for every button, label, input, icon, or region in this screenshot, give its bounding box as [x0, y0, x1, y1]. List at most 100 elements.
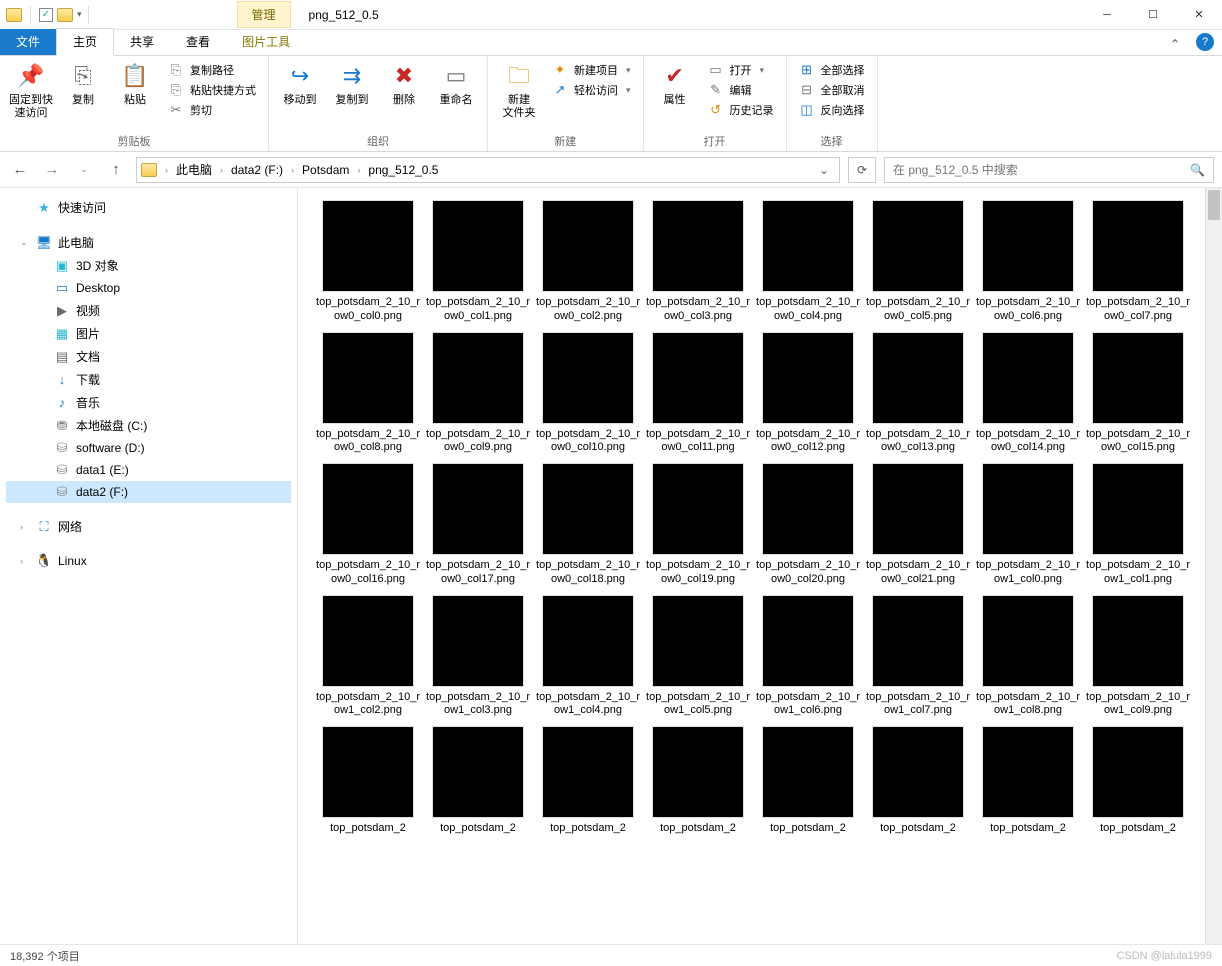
file-item[interactable]: top_potsdam_2_10_row0_col14.png: [976, 332, 1080, 456]
file-item[interactable]: top_potsdam_2_10_row1_col8.png: [976, 595, 1080, 719]
file-item[interactable]: top_potsdam_2_10_row1_col7.png: [866, 595, 970, 719]
tree-node[interactable]: ★快速访问: [6, 196, 291, 219]
file-item[interactable]: top_potsdam_2_10_row0_col21.png: [866, 463, 970, 587]
file-item[interactable]: top_potsdam_2_10_row0_col19.png: [646, 463, 750, 587]
file-item[interactable]: top_potsdam_2_10_row1_col5.png: [646, 595, 750, 719]
minimize-button[interactable]: ─: [1084, 0, 1130, 30]
scrollbar-thumb[interactable]: [1208, 190, 1220, 220]
file-item[interactable]: top_potsdam_2_10_row0_col17.png: [426, 463, 530, 587]
tree-node[interactable]: ▭Desktop: [6, 277, 291, 299]
tree-node[interactable]: ⛁data2 (F:): [6, 481, 291, 503]
file-item[interactable]: top_potsdam_2_10_row1_col1.png: [1086, 463, 1190, 587]
up-button[interactable]: ↑: [104, 158, 128, 182]
file-grid[interactable]: top_potsdam_2_10_row0_col0.pngtop_potsda…: [298, 188, 1204, 944]
tree-node[interactable]: ▶视频: [6, 299, 291, 322]
tab-picture-tools[interactable]: 图片工具: [226, 29, 306, 55]
file-item[interactable]: top_potsdam_2_10_row1_col0.png: [976, 463, 1080, 587]
tree-node[interactable]: ▣3D 对象: [6, 254, 291, 277]
scrollbar[interactable]: [1205, 188, 1222, 944]
address-bar[interactable]: › 此电脑› data2 (F:)› Potsdam› png_512_0.5 …: [136, 157, 840, 183]
easyaccess-button[interactable]: ↗轻松访问▾: [546, 80, 637, 100]
file-item[interactable]: top_potsdam_2: [866, 726, 970, 836]
contextual-tab-manage[interactable]: 管理: [237, 1, 291, 28]
tree-node[interactable]: ⌄🖥此电脑: [6, 231, 291, 254]
tree-node[interactable]: ⛃本地磁盘 (C:): [6, 414, 291, 437]
recent-button[interactable]: ⌄: [72, 158, 96, 182]
properties-button[interactable]: ✔属性: [650, 58, 700, 109]
file-item[interactable]: top_potsdam_2_10_row0_col8.png: [316, 332, 420, 456]
close-button[interactable]: ✕: [1176, 0, 1222, 30]
file-item[interactable]: top_potsdam_2_10_row0_col10.png: [536, 332, 640, 456]
tree-node[interactable]: ›⛶网络: [6, 515, 291, 538]
file-item[interactable]: top_potsdam_2: [426, 726, 530, 836]
help-button[interactable]: ?: [1196, 33, 1214, 51]
file-item[interactable]: top_potsdam_2_10_row0_col4.png: [756, 200, 860, 324]
search-box[interactable]: 🔍: [884, 157, 1214, 183]
folder-icon[interactable]: [57, 8, 73, 22]
forward-button[interactable]: →: [40, 158, 64, 182]
file-item[interactable]: top_potsdam_2_10_row0_col5.png: [866, 200, 970, 324]
file-item[interactable]: top_potsdam_2_10_row1_col4.png: [536, 595, 640, 719]
invert-button[interactable]: ◫反向选择: [793, 100, 871, 120]
file-item[interactable]: top_potsdam_2: [646, 726, 750, 836]
ribbon-collapse-button[interactable]: ⌃: [1160, 33, 1190, 55]
file-item[interactable]: top_potsdam_2_10_row1_col3.png: [426, 595, 530, 719]
tree-node[interactable]: ▦图片: [6, 322, 291, 345]
tab-share[interactable]: 共享: [114, 29, 170, 55]
copy-button[interactable]: ⎘复制: [58, 58, 108, 109]
tree-node[interactable]: ♪音乐: [6, 391, 291, 414]
open-button[interactable]: ▭打开▾: [702, 60, 780, 80]
newfolder-button[interactable]: 🗀新建 文件夹: [494, 58, 544, 122]
tab-home[interactable]: 主页: [56, 28, 114, 56]
file-item[interactable]: top_potsdam_2_10_row0_col16.png: [316, 463, 420, 587]
file-item[interactable]: top_potsdam_2: [976, 726, 1080, 836]
crumb[interactable]: Potsdam: [298, 161, 353, 179]
copyto-button[interactable]: ⇉复制到: [327, 58, 377, 109]
file-item[interactable]: top_potsdam_2: [756, 726, 860, 836]
file-item[interactable]: top_potsdam_2_10_row0_col6.png: [976, 200, 1080, 324]
file-item[interactable]: top_potsdam_2_10_row0_col9.png: [426, 332, 530, 456]
tab-view[interactable]: 查看: [170, 29, 226, 55]
file-item[interactable]: top_potsdam_2_10_row0_col1.png: [426, 200, 530, 324]
back-button[interactable]: ←: [8, 158, 32, 182]
rename-button[interactable]: ▭重命名: [431, 58, 481, 109]
history-button[interactable]: ↺历史记录: [702, 100, 780, 120]
edit-button[interactable]: ✎编辑: [702, 80, 780, 100]
file-item[interactable]: top_potsdam_2_10_row0_col15.png: [1086, 332, 1190, 456]
crumb[interactable]: png_512_0.5: [364, 161, 442, 179]
crumb[interactable]: 此电脑: [172, 159, 216, 180]
newitem-button[interactable]: ✦新建项目▾: [546, 60, 637, 80]
file-item[interactable]: top_potsdam_2_10_row0_col18.png: [536, 463, 640, 587]
file-item[interactable]: top_potsdam_2_10_row0_col20.png: [756, 463, 860, 587]
paste-button[interactable]: 📋粘贴: [110, 58, 160, 109]
file-item[interactable]: top_potsdam_2: [1086, 726, 1190, 836]
file-item[interactable]: top_potsdam_2: [316, 726, 420, 836]
selectnone-button[interactable]: ⊟全部取消: [793, 80, 871, 100]
file-item[interactable]: top_potsdam_2_10_row1_col6.png: [756, 595, 860, 719]
tree-node[interactable]: ⛁software (D:): [6, 437, 291, 459]
pasteshortcut-button[interactable]: ⎘粘贴快捷方式: [162, 80, 262, 100]
file-item[interactable]: top_potsdam_2_10_row0_col7.png: [1086, 200, 1190, 324]
tab-file[interactable]: 文件: [0, 29, 56, 55]
tree-node[interactable]: ↓下载: [6, 368, 291, 391]
file-item[interactable]: top_potsdam_2_10_row0_col3.png: [646, 200, 750, 324]
address-dropdown[interactable]: ⌄: [813, 163, 835, 177]
refresh-button[interactable]: ⟳: [848, 157, 876, 183]
cut-button[interactable]: ✂剪切: [162, 100, 262, 120]
file-item[interactable]: top_potsdam_2_10_row0_col11.png: [646, 332, 750, 456]
selectall-button[interactable]: ⊞全部选择: [793, 60, 871, 80]
tree-node[interactable]: ›🐧Linux: [6, 550, 291, 572]
file-item[interactable]: top_potsdam_2_10_row0_col13.png: [866, 332, 970, 456]
file-item[interactable]: top_potsdam_2_10_row0_col0.png: [316, 200, 420, 324]
file-item[interactable]: top_potsdam_2_10_row1_col9.png: [1086, 595, 1190, 719]
file-item[interactable]: top_potsdam_2_10_row1_col2.png: [316, 595, 420, 719]
maximize-button[interactable]: ☐: [1130, 0, 1176, 30]
file-item[interactable]: top_potsdam_2_10_row0_col2.png: [536, 200, 640, 324]
moveto-button[interactable]: ↪移动到: [275, 58, 325, 109]
search-input[interactable]: [893, 163, 1190, 177]
crumb[interactable]: data2 (F:): [227, 161, 287, 179]
delete-button[interactable]: ✖删除: [379, 58, 429, 109]
pin-button[interactable]: 📌固定到快 速访问: [6, 58, 56, 122]
copypath-button[interactable]: ⎘复制路径: [162, 60, 262, 80]
qat-checkbox[interactable]: ✓: [39, 8, 53, 22]
